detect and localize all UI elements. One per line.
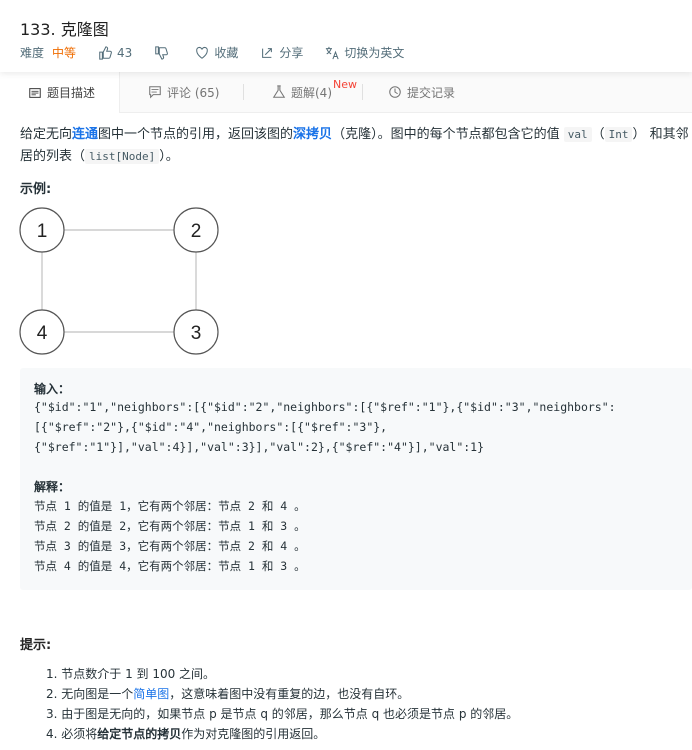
favorite-button[interactable]: 收藏 [195, 44, 238, 61]
tab-solutions[interactable]: 题解(4) New [272, 72, 357, 112]
share-label: 分享 [279, 46, 304, 60]
problem-header: 133. 克隆图 难度 中等 43 收藏 分享 切换为英文 [0, 0, 692, 72]
graph-node-label: 2 [191, 221, 202, 242]
clock-icon [389, 86, 401, 98]
tip-text: 2. 无向图是一个 [46, 687, 134, 701]
switch-language-button[interactable]: 切换为英文 [325, 44, 404, 61]
difficulty-label: 难度 [20, 46, 45, 60]
graph-node-label: 1 [37, 221, 48, 242]
thumbs-down-icon [155, 45, 169, 60]
tip-item: 3. 由于图是无向的，如果节点 p 是节点 q 的邻居，那么节点 q 也必须是节… [46, 707, 519, 721]
description-text: （ [591, 127, 605, 142]
tab-label: 题解(4) [291, 85, 332, 100]
example-heading: 示例: [20, 182, 52, 197]
input-line: [{"$ref":"2"},{"$id":"4","neighbors":[{"… [34, 420, 388, 434]
explain-line: 节点 1 的值是 1，它有两个邻居：节点 2 和 4 。 [34, 499, 306, 513]
tab-divider [362, 84, 363, 100]
code-val: val [563, 127, 592, 142]
example-code-block: 输入： {"$id":"1","neighbors":[{"$id":"2","… [20, 368, 692, 590]
tip-text: 作为对克隆图的引用返回。 [181, 727, 326, 741]
connected-link[interactable]: 连通 [72, 127, 98, 142]
problem-description: 给定无向连通图中一个节点的引用，返回该图的深拷贝（克隆）。图中的每个节点都包含它… [20, 124, 692, 168]
favorite-label: 收藏 [214, 46, 239, 60]
new-badge: New [333, 77, 357, 91]
comment-icon [149, 86, 161, 99]
description-text: 给定无向 [20, 127, 73, 142]
graph-node-label: 3 [191, 323, 202, 344]
tab-description[interactable]: 题目描述 [0, 72, 120, 113]
deep-copy-text: 深拷贝 [293, 127, 333, 142]
problem-meta: 难度 中等 43 收藏 分享 切换为英文 [20, 44, 426, 61]
description-text: 居的列表（ [20, 149, 86, 164]
switch-language-label: 切换为英文 [344, 46, 405, 60]
tab-bar: 题目描述 评论 (65) 题解(4) New 提交记录 [0, 72, 692, 113]
input-label: 输入： [34, 382, 71, 396]
thumbs-up-icon [99, 45, 112, 60]
code-int: Int [604, 127, 633, 142]
tip-bold-text: 给定节点的拷贝 [97, 727, 182, 741]
tab-comments[interactable]: 评论 (65) [148, 72, 219, 112]
problem-title: 133. 克隆图 [20, 20, 109, 39]
heart-icon [196, 46, 209, 59]
description-text: （克隆）。图中的每个节点都包含它的值 [332, 127, 564, 142]
graph-diagram: 1 2 4 3 [19, 207, 219, 355]
difficulty-badge: 中等 [52, 46, 77, 60]
description-text: ） 和其邻 [632, 127, 689, 142]
like-button[interactable]: 43 [98, 46, 132, 60]
explain-line: 节点 4 的值是 4，它有两个邻居：节点 1 和 3 。 [34, 559, 306, 573]
tip-item: 4. 必须将给定节点的拷贝作为对克隆图的引用返回。 [46, 724, 518, 744]
dislike-button[interactable] [154, 45, 173, 60]
tip-text: 4. 必须将 [46, 727, 98, 741]
like-count: 43 [117, 45, 133, 60]
tab-divider [243, 84, 244, 100]
flask-icon [272, 85, 286, 98]
description-text: ）。 [159, 149, 179, 164]
tips-list: 1. 节点数介于 1 到 100 之间。 2. 无向图是一个简单图，这意味着图中… [46, 664, 518, 744]
document-icon [29, 87, 41, 98]
input-line: {"$id":"1","neighbors":[{"$id":"2","neig… [34, 400, 616, 414]
tip-text: ，这意味着图中没有重复的边，也没有自环。 [169, 687, 410, 701]
input-line: {"$ref":"1"}],"val":4}],"val":3}],"val":… [34, 440, 485, 454]
code-list: list[Node] [85, 149, 160, 164]
tab-label: 提交记录 [407, 85, 456, 100]
description-text: 图中一个节点的引用，返回该图的 [98, 127, 294, 142]
tip-item: 1. 节点数介于 1 到 100 之间。 [46, 667, 216, 681]
translate-icon [326, 46, 339, 59]
share-button[interactable]: 分享 [260, 44, 303, 61]
graph-node-label: 4 [37, 323, 48, 344]
share-icon [262, 47, 273, 58]
tab-submissions[interactable]: 提交记录 [388, 72, 455, 112]
tab-label: 题目描述 [47, 86, 96, 100]
explain-line: 节点 3 的值是 3，它有两个邻居：节点 2 和 4 。 [34, 539, 306, 553]
tip-item: 2. 无向图是一个简单图，这意味着图中没有重复的边，也没有自环。 [46, 684, 518, 704]
explain-label: 解释： [34, 480, 71, 494]
tab-label: 评论 (65) [167, 85, 220, 100]
simple-graph-link[interactable]: 简单图 [133, 687, 169, 701]
tips-heading: 提示: [20, 638, 52, 653]
explain-line: 节点 2 的值是 2，它有两个邻居：节点 1 和 3 。 [34, 519, 306, 533]
